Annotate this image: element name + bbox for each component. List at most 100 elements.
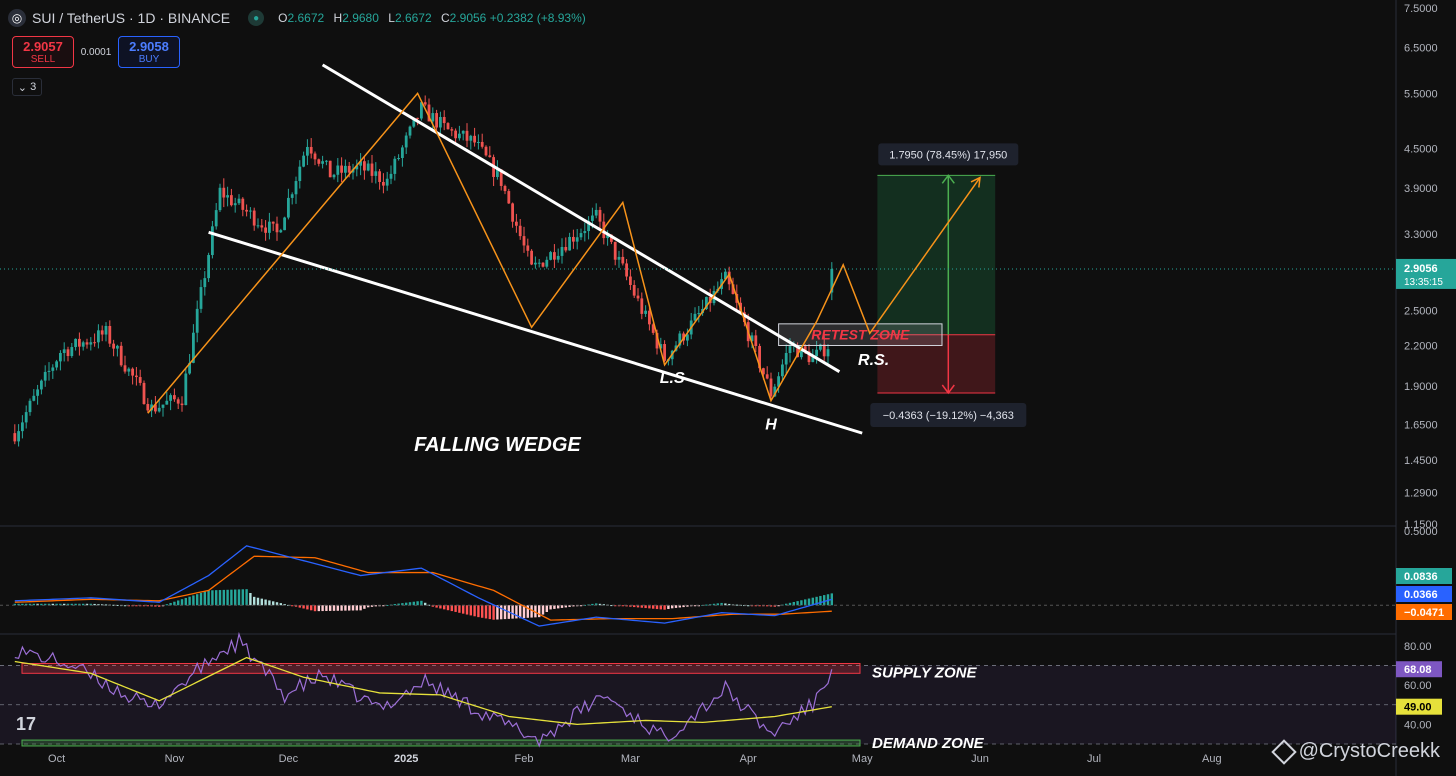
macd-hist-bar	[458, 605, 461, 613]
candle-body	[370, 163, 374, 176]
candle-body	[275, 223, 279, 233]
macd-hist-bar	[804, 599, 807, 606]
candle-body	[321, 161, 324, 164]
macd-hist-bar	[211, 590, 214, 606]
candle-body	[788, 346, 792, 353]
candle-body	[138, 377, 142, 383]
candle-body	[237, 198, 241, 204]
chart-canvas[interactable]: 1.7950 (78.45%) 17,950 −0.4363 (−19.12%) …	[0, 0, 1456, 776]
candle-body	[218, 187, 222, 211]
price-tick: 1.4500	[1404, 455, 1438, 467]
candle-body	[435, 113, 438, 128]
candle-body	[135, 375, 138, 378]
macd-value-label: −0.0471	[1404, 607, 1444, 619]
macd-hist-bar	[579, 605, 583, 607]
macd-hist-bar	[541, 605, 545, 615]
candle-body	[450, 129, 454, 131]
time-tick: Apr	[740, 753, 757, 765]
candle-body	[507, 191, 511, 204]
macd-hist-bar	[477, 605, 480, 618]
binance-diamond-icon	[1270, 738, 1297, 765]
pattern-label: H	[765, 417, 777, 434]
macd-hist-bar	[226, 589, 229, 606]
candle-body	[397, 158, 400, 160]
candle-body	[203, 278, 207, 288]
candle-body	[222, 187, 226, 198]
candle-body	[328, 160, 332, 178]
macd-hist-bar	[272, 601, 275, 606]
sell-button[interactable]: 2.9057 SELL	[12, 36, 74, 68]
candle-body	[393, 158, 397, 174]
candle-body	[332, 174, 336, 178]
macd-hist-bar	[241, 589, 244, 606]
candle-body	[298, 166, 302, 182]
macd-hist-bar	[481, 605, 484, 618]
sui-logo-icon: ◎	[8, 9, 26, 27]
symbol-title[interactable]: SUI / TetherUS · 1D · BINANCE	[32, 10, 230, 26]
rsi-tick: 40.00	[1404, 719, 1432, 731]
macd-hist-bar	[215, 590, 218, 606]
candle-body	[59, 352, 62, 362]
candle-body	[374, 171, 378, 176]
target-zone	[877, 175, 996, 335]
macd-hist-bar	[123, 605, 127, 607]
price-tick: 2.2000	[1404, 340, 1438, 352]
candle-body	[473, 135, 476, 143]
candle-body	[17, 431, 20, 442]
candle-body	[583, 231, 587, 234]
candle-body	[256, 225, 260, 227]
candle-body	[24, 412, 28, 423]
time-tick: Oct	[48, 753, 65, 765]
candle-body	[260, 225, 264, 228]
candle-body	[306, 146, 309, 156]
countdown-label: 13:35:15	[1404, 277, 1443, 288]
candle-body	[591, 215, 594, 221]
candle-body	[598, 209, 602, 222]
supply-zone-label: SUPPLY ZONE	[872, 664, 977, 681]
macd-hist-bar	[503, 605, 507, 620]
retest-zone-label: RETEST ZONE	[811, 327, 910, 343]
macd-hist-bar	[329, 605, 332, 611]
macd-hist-bar	[218, 590, 222, 606]
macd-hist-bar	[655, 605, 659, 610]
candle-body	[55, 361, 58, 368]
indicator-count-toggle[interactable]: ⌄ 3	[12, 78, 42, 96]
candle-body	[268, 221, 271, 233]
candle-body	[51, 367, 55, 371]
macd-hist-bar	[405, 602, 408, 606]
macd-hist-bar	[735, 604, 738, 606]
macd-hist-bar	[340, 605, 343, 611]
macd-hist-bar	[412, 601, 415, 606]
price-tick: 7.5000	[1404, 3, 1438, 15]
candle-body	[161, 404, 165, 408]
macd-hist-bar	[279, 603, 282, 606]
candle-body	[294, 181, 298, 195]
candle-body	[404, 135, 408, 148]
candle-body	[230, 195, 233, 206]
price-tick: 1.9000	[1404, 381, 1438, 393]
macd-hist-bar	[249, 593, 252, 606]
candle-body	[693, 313, 697, 321]
candle-body	[97, 330, 100, 343]
candle-body	[644, 310, 647, 314]
candle-body	[264, 227, 267, 233]
candle-body	[564, 247, 568, 251]
candle-body	[530, 250, 533, 265]
candle-body	[119, 345, 123, 366]
candle-body	[116, 345, 119, 349]
low-value: 2.6672	[394, 11, 432, 25]
candle-body	[108, 326, 112, 344]
macd-hist-bar	[321, 605, 324, 612]
macd-hist-bar	[234, 589, 237, 606]
time-tick: 2025	[394, 753, 418, 765]
candle-body	[252, 210, 256, 226]
eye-icon[interactable]: ●	[248, 10, 265, 26]
stop-label: −0.4363 (−19.12%) −4,363	[883, 410, 1014, 422]
candle-body	[648, 310, 651, 325]
macd-hist-bar	[511, 605, 514, 619]
candle-body	[382, 181, 385, 186]
candle-body	[697, 313, 701, 315]
candle-body	[100, 330, 104, 335]
buy-button[interactable]: 2.9058 BUY	[118, 36, 180, 68]
buy-price: 2.9058	[129, 39, 169, 54]
